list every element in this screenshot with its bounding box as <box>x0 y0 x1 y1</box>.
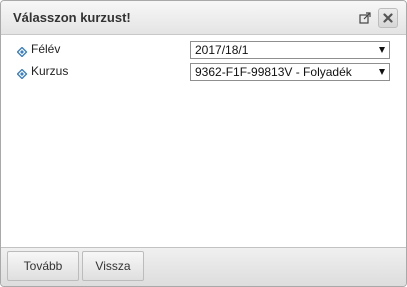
dialog-titlebar[interactable]: Válasszon kurzust! <box>1 1 406 35</box>
dialog-title: Válasszon kurzust! <box>13 10 131 25</box>
dialog-footer: Tovább Vissza <box>1 247 406 286</box>
semester-row: Félév <box>16 41 187 59</box>
dropdown-arrow-icon <box>379 69 385 75</box>
course-select-value: 9362-F1F-99813V - Folyadék <box>195 65 352 79</box>
diamond-bullet-icon <box>16 66 28 80</box>
course-select[interactable]: 9362-F1F-99813V - Folyadék <box>190 63 390 81</box>
course-row: Kurzus <box>16 63 187 81</box>
semester-select[interactable]: 2017/18/1 <box>190 41 390 59</box>
semester-label: Félév <box>31 42 61 56</box>
course-label: Kurzus <box>31 64 69 78</box>
popout-icon[interactable] <box>358 11 372 25</box>
next-button[interactable]: Tovább <box>7 251 79 281</box>
course-select-dialog: Válasszon kurzust! Félév 2017/18/1 Kurzu… <box>0 0 407 287</box>
semester-select-value: 2017/18/1 <box>195 43 249 57</box>
dropdown-arrow-icon <box>379 47 385 53</box>
close-button[interactable] <box>378 8 398 28</box>
back-button[interactable]: Vissza <box>82 251 144 281</box>
close-icon <box>383 13 393 23</box>
diamond-bullet-icon <box>16 44 28 58</box>
